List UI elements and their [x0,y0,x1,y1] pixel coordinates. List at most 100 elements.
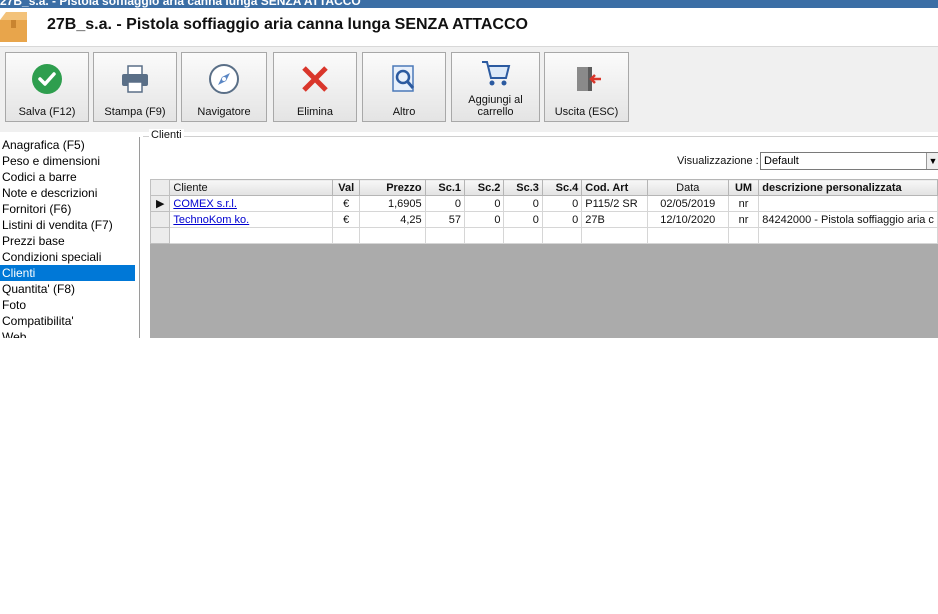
empty-cell[interactable] [581,227,648,244]
sidebar-item-clienti[interactable]: Clienti [0,265,135,281]
navigator-button[interactable]: Navigatore [181,52,267,122]
sidebar-item-condizioni-speciali[interactable]: Condizioni speciali [0,249,139,265]
col-header-sc3[interactable]: Sc.3 [503,179,543,196]
sidebar-item-listini-vendita[interactable]: Listini di vendita (F7) [0,217,139,233]
empty-cell[interactable] [169,227,334,244]
row-indicator-header [150,179,171,196]
col-header-cliente[interactable]: Cliente [169,179,334,196]
add-to-cart-button-label: Aggiungi al carrello [468,94,523,118]
save-button-label: Salva (F12) [18,106,76,118]
cliente-link[interactable]: TechnoKom ko. [173,214,249,226]
empty-cell[interactable] [359,227,426,244]
printer-icon [122,65,148,93]
window-titlebar: 27B_s.a. - Pistola soffiaggio aria canna… [0,0,938,8]
print-button[interactable]: Stampa (F9) [93,52,177,122]
sidebar-item-fornitori[interactable]: Fornitori (F6) [0,201,139,217]
print-button-label: Stampa (F9) [104,106,166,118]
cell-prezzo: 4,25 [359,211,426,228]
cell-sc2: 0 [464,211,505,228]
sidebar-item-codici-barre[interactable]: Codici a barre [0,169,139,185]
cell-sc4: 0 [541,211,583,228]
col-header-sc4[interactable]: Sc.4 [541,179,583,196]
col-header-sc1[interactable]: Sc.1 [424,179,466,196]
window-title: 27B_s.a. - Pistola soffiaggio aria canna… [0,0,361,8]
col-header-val[interactable]: Val [332,179,361,196]
cell-data: 02/05/2019 [646,195,729,212]
view-label: Visualizzazione : [677,155,759,167]
delete-button-label: Elimina [296,106,334,118]
sidebar-item-peso-dimensioni[interactable]: Peso e dimensioni [0,153,139,169]
empty-cell[interactable] [464,227,505,244]
sidebar-item-quantita[interactable]: Quantita' (F8) [0,281,139,297]
col-header-cod-art[interactable]: Cod. Art [581,179,648,196]
checkmark-icon [32,64,62,94]
save-button[interactable]: Salva (F12) [5,52,89,122]
col-header-um[interactable]: UM [727,179,760,196]
navigator-button-label: Navigatore [197,106,251,118]
sidebar-item-compatibilita[interactable]: Compatibilita' [0,313,139,329]
table-row[interactable]: ▶ COMEX s.r.l. € 1,6905 0 0 0 0 P115/2 S… [150,195,938,212]
col-header-prezzo[interactable]: Prezzo [359,179,426,196]
other-button[interactable]: Altro [362,52,446,122]
sidebar-item-anagrafica[interactable]: Anagrafica (F5) [0,137,139,153]
sidebar: Anagrafica (F5) Peso e dimensioni Codici… [0,137,140,338]
exit-door-icon [576,67,601,91]
empty-cell[interactable] [541,227,583,244]
delete-x-icon [302,66,328,92]
sidebar-item-foto[interactable]: Foto [0,297,139,313]
row-indicator [150,211,171,228]
cell-val: € [332,195,361,212]
cell-cliente[interactable]: TechnoKom ko. [169,211,334,228]
empty-cell[interactable] [503,227,543,244]
cell-sc3: 0 [503,211,543,228]
view-select-value: Default [764,155,799,167]
sidebar-item-web[interactable]: Web [0,329,139,338]
cart-icon [481,61,510,86]
page-title: 27B_s.a. - Pistola soffiaggio aria canna… [47,16,528,33]
cliente-link[interactable]: COMEX s.r.l. [173,198,237,210]
empty-cell[interactable] [332,227,361,244]
clienti-group-label: Clienti [149,129,184,141]
cell-data: 12/10/2020 [646,211,729,228]
delete-button[interactable]: Elimina [273,52,357,122]
compass-icon [209,64,239,94]
cell-val: € [332,211,361,228]
cell-sc1: 0 [424,195,466,212]
other-button-label: Altro [392,106,416,118]
cell-sc2: 0 [464,195,505,212]
cell-cliente[interactable]: COMEX s.r.l. [169,195,334,212]
add-to-cart-button[interactable]: Aggiungi al carrello [451,52,540,122]
col-header-descrizione[interactable]: descrizione personalizzata [758,179,938,196]
view-select[interactable]: Default ▼ [760,152,938,170]
cell-cod-art: 27B [581,211,648,228]
sidebar-item-prezzi-base[interactable]: Prezzi base [0,233,139,249]
cell-descrizione: 84242000 - Pistola soffiaggio aria c [758,211,938,228]
cell-cod-art: P115/2 SR [581,195,648,212]
row-indicator [150,227,171,244]
cell-descrizione [758,195,938,212]
col-header-sc2[interactable]: Sc.2 [464,179,505,196]
exit-button[interactable]: Uscita (ESC) [544,52,629,122]
current-row-arrow-icon: ▶ [150,195,171,212]
toolbar: Salva (F12) Stampa (F9) Navigatore Elimi… [0,47,938,132]
cell-um: nr [727,211,760,228]
clienti-grid: Cliente Val Prezzo Sc.1 Sc.2 Sc.3 Sc.4 C… [150,179,938,338]
cell-sc4: 0 [541,195,583,212]
cell-prezzo: 1,6905 [359,195,426,212]
grid-header-row: Cliente Val Prezzo Sc.1 Sc.2 Sc.3 Sc.4 C… [150,179,938,196]
table-row[interactable]: TechnoKom ko. € 4,25 57 0 0 0 27B 12/10/… [150,211,938,228]
package-icon [0,12,27,42]
empty-cell[interactable] [646,227,729,244]
chevron-down-icon[interactable]: ▼ [926,153,938,169]
col-header-data[interactable]: Data [646,179,729,196]
empty-cell[interactable] [424,227,466,244]
record-header: 27B_s.a. - Pistola soffiaggio aria canna… [0,8,938,47]
exit-button-label: Uscita (ESC) [554,106,619,118]
empty-cell[interactable] [758,227,938,244]
cell-um: nr [727,195,760,212]
cell-sc1: 57 [424,211,466,228]
sidebar-item-note-descrizioni[interactable]: Note e descrizioni [0,185,139,201]
cell-sc3: 0 [503,195,543,212]
empty-cell[interactable] [727,227,760,244]
new-row[interactable] [150,227,938,244]
